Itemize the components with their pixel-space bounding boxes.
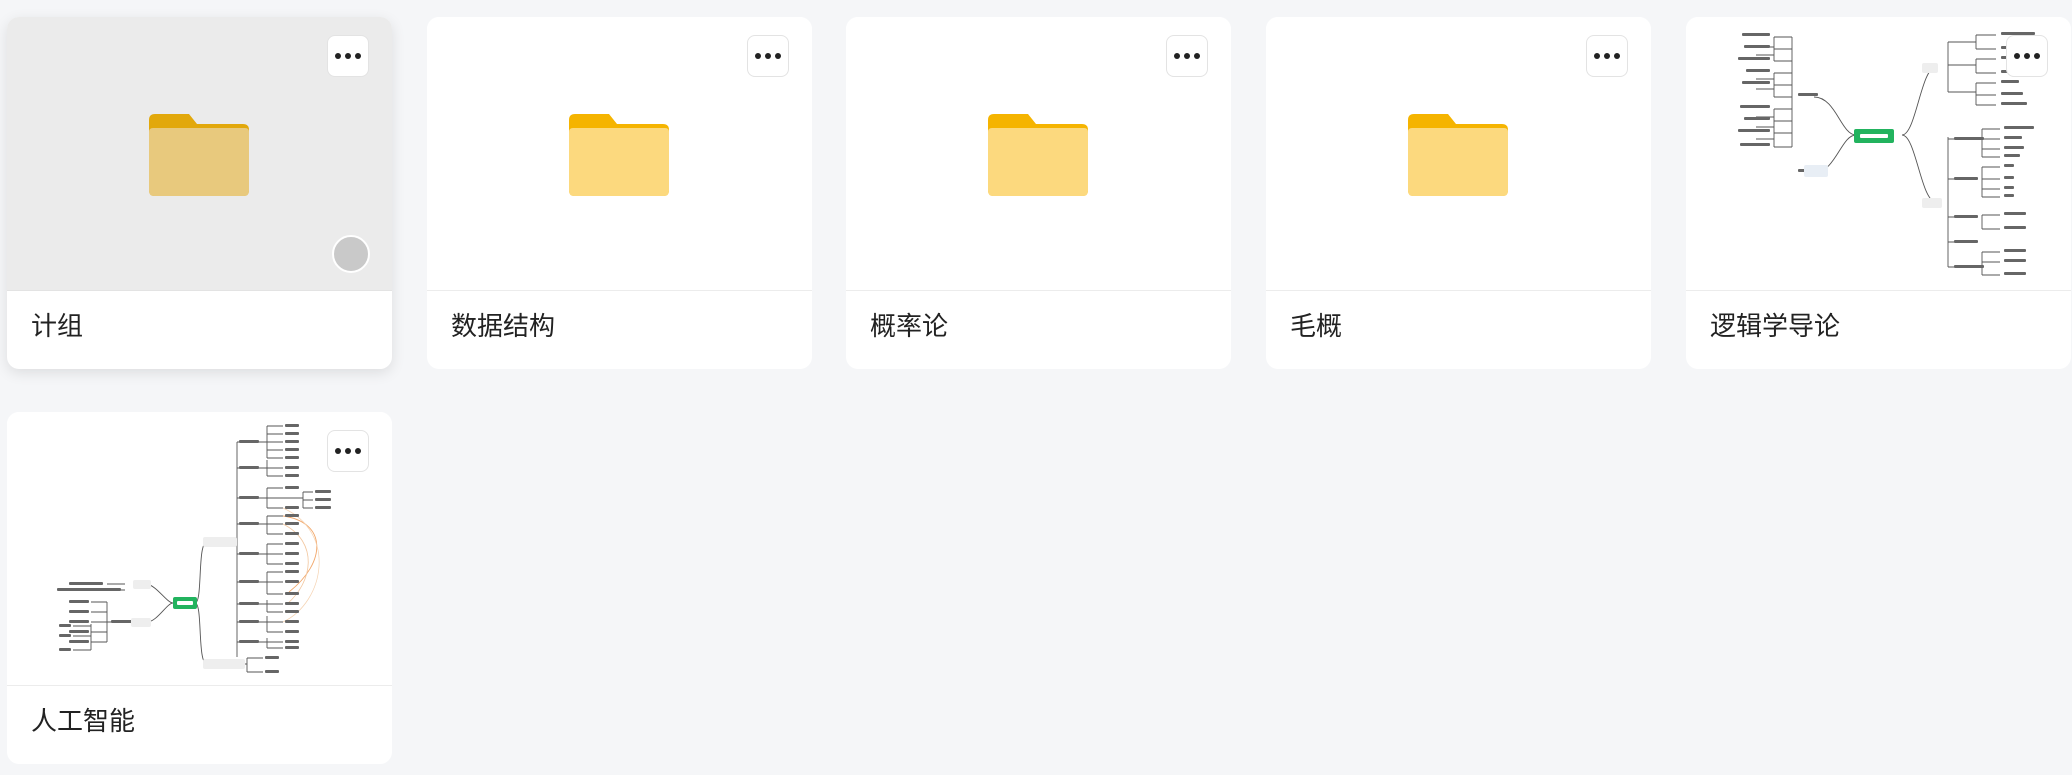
dot-icon: [1184, 53, 1190, 59]
dot-icon: [355, 53, 361, 59]
dot-icon: [1174, 53, 1180, 59]
dot-icon: [335, 448, 341, 454]
more-options-button[interactable]: [2006, 35, 2048, 77]
dot-icon: [1604, 53, 1610, 59]
mindmap-card[interactable]: 人工智能: [7, 412, 392, 764]
dot-icon: [765, 53, 771, 59]
dot-icon: [1614, 53, 1620, 59]
dot-icon: [335, 53, 341, 59]
folder-icon: [988, 114, 1088, 196]
card-thumbnail[interactable]: [1266, 17, 1651, 291]
dot-icon: [355, 448, 361, 454]
dot-icon: [2034, 53, 2040, 59]
dot-icon: [2024, 53, 2030, 59]
folder-card[interactable]: 毛概: [1266, 17, 1651, 369]
card-title: 计组: [31, 312, 84, 342]
dot-icon: [1194, 53, 1200, 59]
card-title: 数据结构: [451, 312, 556, 342]
card-title: 逻辑学导论: [1710, 312, 1841, 342]
dot-icon: [1594, 53, 1600, 59]
card-title: 人工智能: [31, 707, 136, 737]
card-thumbnail[interactable]: [1686, 17, 2071, 291]
more-options-button[interactable]: [327, 35, 369, 77]
folder-card[interactable]: 概率论: [846, 17, 1231, 369]
avatar[interactable]: [332, 235, 370, 273]
mindmap-card[interactable]: 逻辑学导论: [1686, 17, 2071, 369]
folder-icon: [569, 114, 669, 196]
dot-icon: [2014, 53, 2020, 59]
more-options-button[interactable]: [1166, 35, 1208, 77]
more-options-button[interactable]: [747, 35, 789, 77]
card-thumbnail[interactable]: [427, 17, 812, 291]
card-thumbnail[interactable]: [7, 17, 392, 291]
card-title: 概率论: [870, 312, 949, 342]
dot-icon: [345, 448, 351, 454]
card-title: 毛概: [1290, 312, 1343, 342]
folder-icon: [1408, 114, 1508, 196]
dot-icon: [775, 53, 781, 59]
card-thumbnail[interactable]: [7, 412, 392, 686]
card-thumbnail[interactable]: [846, 17, 1231, 291]
folder-card[interactable]: 数据结构: [427, 17, 812, 369]
more-options-button[interactable]: [1586, 35, 1628, 77]
dot-icon: [345, 53, 351, 59]
dot-icon: [755, 53, 761, 59]
folder-icon: [149, 114, 249, 196]
folder-card[interactable]: 计组: [7, 17, 392, 369]
more-options-button[interactable]: [327, 430, 369, 472]
